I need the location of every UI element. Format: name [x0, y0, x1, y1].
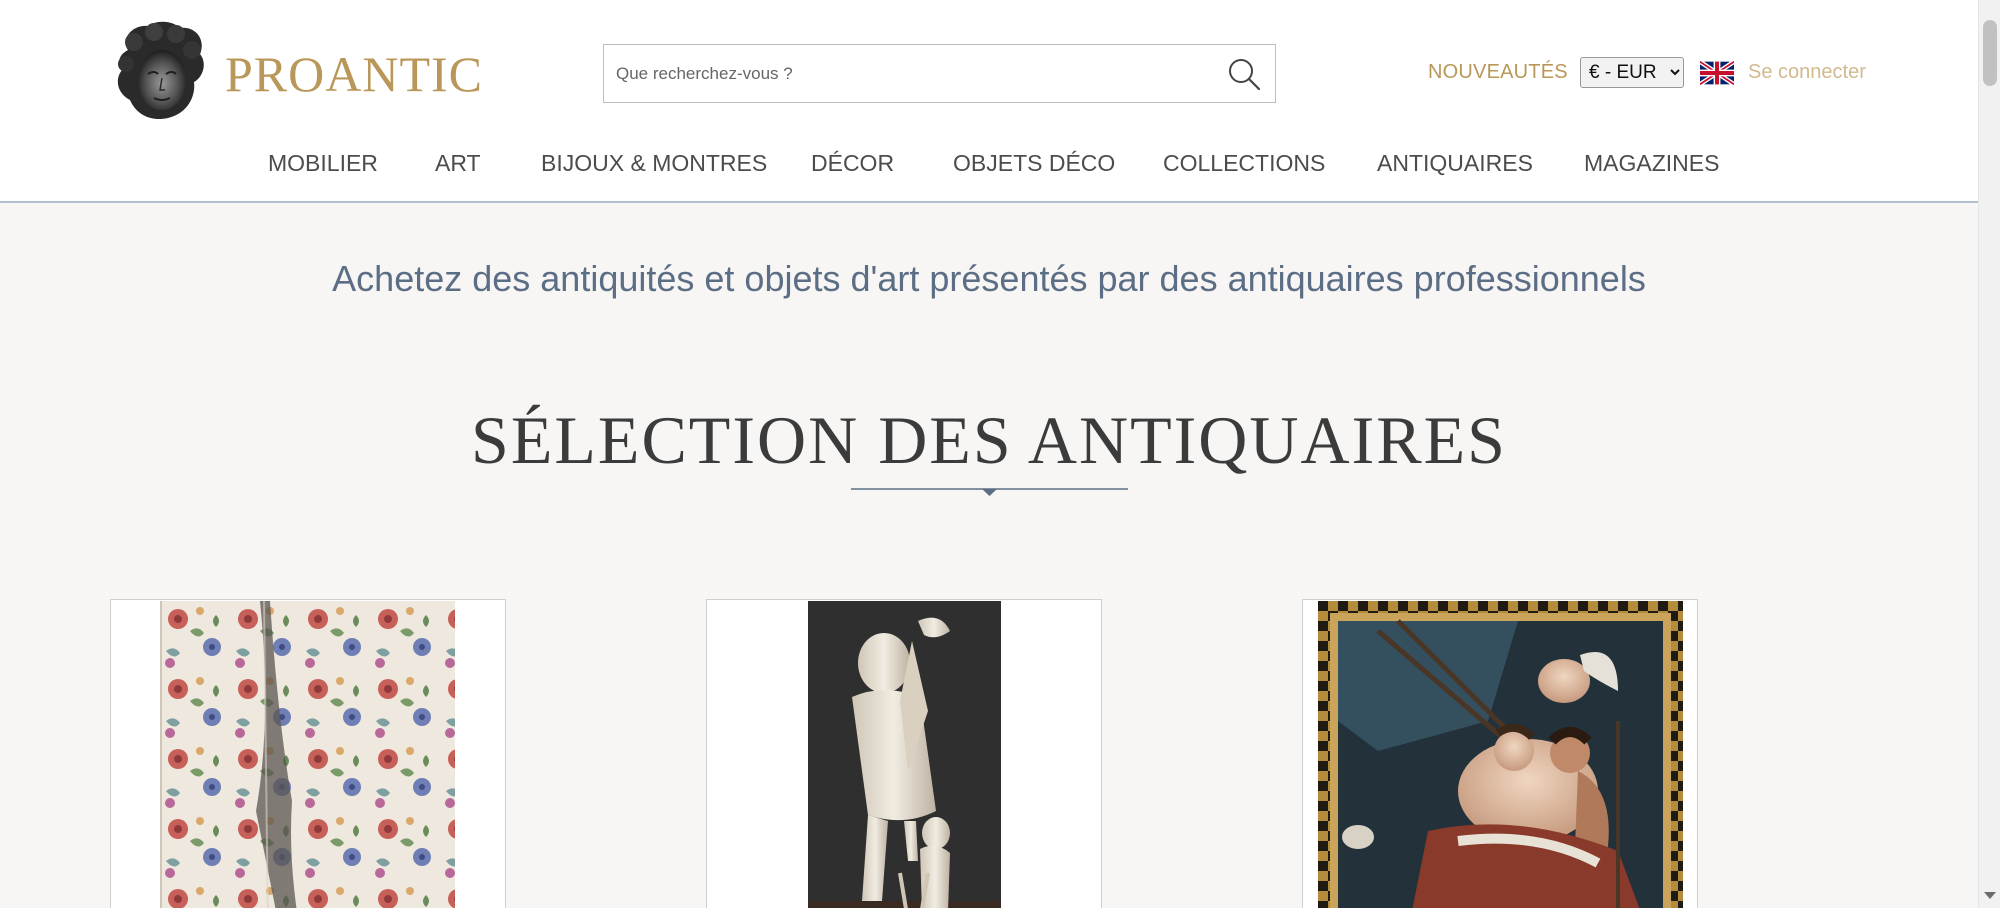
logo-head-icon[interactable] — [110, 20, 210, 122]
currency-select[interactable]: € - EUR — [1580, 57, 1684, 88]
nav-item-mobilier[interactable]: MOBILIER — [268, 143, 378, 183]
main-navigation: MOBILIER ART BIJOUX & MONTRES DÉCOR OBJE… — [0, 143, 1978, 183]
search-box — [603, 44, 1276, 103]
nav-item-bijoux-montres[interactable]: BIJOUX & MONTRES — [541, 143, 767, 183]
product-card[interactable] — [706, 599, 1102, 908]
brand-logo-text[interactable]: PROANTIC — [225, 44, 483, 104]
vertical-scrollbar[interactable] — [1978, 0, 2000, 908]
search-input[interactable] — [616, 45, 1196, 102]
uk-flag-icon[interactable] — [1700, 61, 1734, 85]
title-divider — [851, 488, 1128, 496]
product-card[interactable] — [110, 599, 506, 908]
product-card[interactable] — [1302, 599, 1698, 908]
site-header: PROANTIC NOUVEAUTÉS € - EUR Se connecter… — [0, 0, 1978, 203]
search-button[interactable] — [1222, 53, 1266, 95]
nav-item-objets-deco[interactable]: OBJETS DÉCO — [953, 143, 1115, 183]
nav-item-magazines[interactable]: MAGAZINES — [1584, 143, 1719, 183]
nav-item-decor[interactable]: DÉCOR — [811, 143, 894, 183]
nav-item-collections[interactable]: COLLECTIONS — [1163, 143, 1325, 183]
login-link[interactable]: Se connecter — [1748, 59, 1866, 85]
nav-item-art[interactable]: ART — [435, 143, 481, 183]
news-link[interactable]: NOUVEAUTÉS — [1428, 59, 1568, 85]
floral-curtain-image — [160, 601, 455, 908]
nav-item-antiquaires[interactable]: ANTIQUAIRES — [1377, 143, 1533, 183]
ivory-figure-image — [808, 601, 1001, 908]
page-tagline: Achetez des antiquités et objets d'art p… — [332, 258, 1646, 299]
scroll-down-arrow-icon[interactable] — [1984, 892, 1996, 899]
section-title: SÉLECTION DES ANTIQUAIRES — [471, 402, 1507, 478]
framed-painting-image — [1318, 601, 1683, 908]
page-viewport: PROANTIC NOUVEAUTÉS € - EUR Se connecter… — [0, 0, 1978, 908]
scrollbar-thumb[interactable] — [1983, 20, 1997, 86]
search-icon — [1229, 59, 1261, 91]
